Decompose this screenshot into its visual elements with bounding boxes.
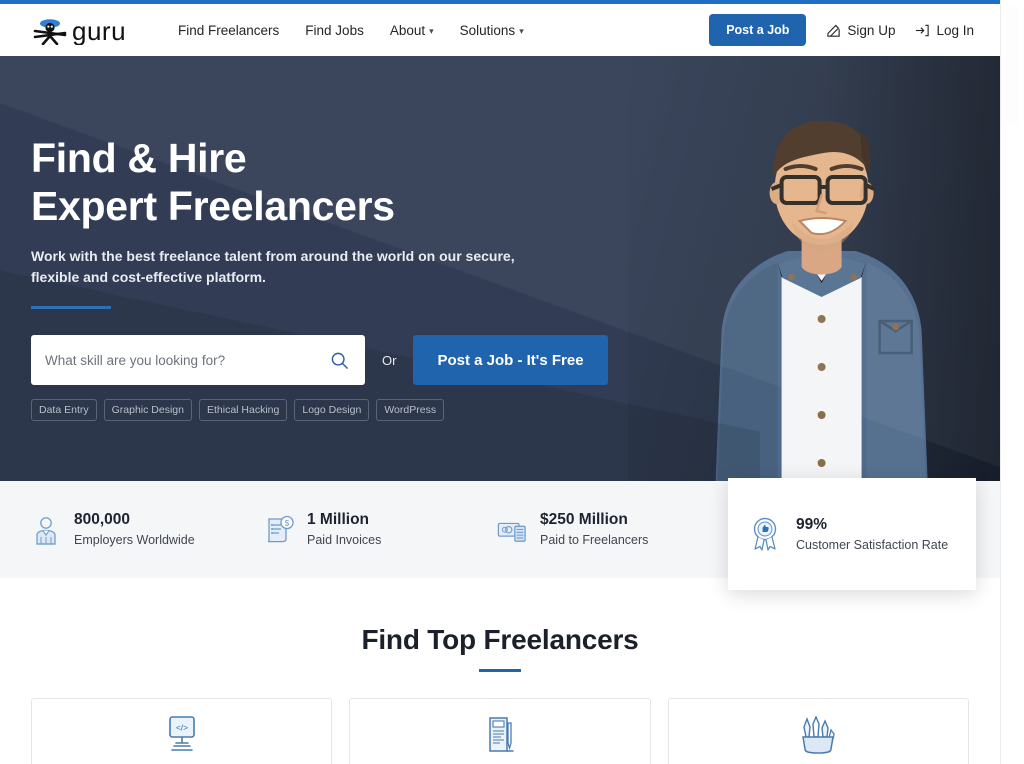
chevron-down-icon: ▾ (429, 25, 434, 36)
post-a-job-button[interactable]: Post a Job (709, 14, 807, 46)
post-a-job-free-button[interactable]: Post a Job - It's Free (413, 335, 608, 385)
stat-text: 1 Million Paid Invoices (307, 510, 381, 549)
nav-item-find-jobs[interactable]: Find Jobs (305, 23, 364, 38)
svg-text:</>: </> (176, 723, 188, 733)
popular-skill-tags: Data Entry Graphic Design Ethical Hackin… (31, 399, 640, 421)
hero-search-row: Or Post a Job - It's Free (31, 335, 640, 385)
guru-logo[interactable]: guru (26, 15, 144, 45)
monitor-code-icon: </> (160, 715, 204, 763)
search-box[interactable] (31, 335, 365, 385)
search-icon (331, 352, 348, 369)
stat-paid-to-freelancers: $250 Million Paid to Freelancers (497, 510, 730, 549)
stat-text: 800,000 Employers Worldwide (74, 510, 195, 549)
programming-development-card[interactable]: </> (31, 698, 333, 764)
cash-money-icon (497, 514, 527, 546)
nav-item-about[interactable]: About ▾ (390, 23, 434, 38)
skill-tag-graphic-design[interactable]: Graphic Design (103, 399, 192, 421)
hero-accent-rule (31, 306, 111, 309)
log-in-link[interactable]: Log In (915, 23, 974, 38)
hero-content: Find & Hire Expert Freelancers Work with… (0, 56, 640, 421)
stat-label: Employers Worldwide (74, 533, 195, 547)
edit-pencil-icon (827, 24, 841, 37)
search-submit-button[interactable] (328, 351, 351, 370)
svg-text:$: $ (285, 519, 290, 528)
stat-text: $250 Million Paid to Freelancers (540, 510, 648, 549)
stat-label: Paid Invoices (307, 533, 382, 547)
page-content: guru Find Freelancers Find Jobs About ▾ … (0, 4, 1000, 764)
customer-satisfaction-card: 99% Customer Satisfaction Rate (728, 478, 976, 590)
sign-up-link[interactable]: Sign Up (826, 23, 895, 38)
hero-title: Find & Hire Expert Freelancers (31, 134, 640, 230)
award-ribbon-thumbsup-icon (750, 517, 780, 551)
search-input[interactable] (45, 352, 328, 368)
employer-person-icon (31, 514, 61, 546)
nav-item-solutions[interactable]: Solutions ▾ (460, 23, 524, 38)
find-top-freelancers-section: Find Top Freelancers </> (0, 578, 1000, 764)
category-cards-row: </> (0, 672, 1000, 764)
stat-value: 1 Million (307, 511, 369, 528)
stat-employers-worldwide: 800,000 Employers Worldwide (31, 510, 264, 549)
page-scrollbar[interactable] (1000, 0, 1024, 764)
chevron-down-icon: ▾ (519, 25, 524, 36)
art-brushes-icon (796, 715, 840, 763)
svg-text:guru: guru (72, 16, 126, 45)
skill-tag-ethical-hacking[interactable]: Ethical Hacking (198, 399, 288, 421)
sign-in-arrow-icon (916, 24, 930, 36)
hero-title-line-2: Expert Freelancers (31, 183, 395, 229)
or-separator-label: Or (382, 352, 397, 368)
design-art-card[interactable] (349, 698, 651, 764)
skill-tag-wordpress[interactable]: WordPress (376, 399, 445, 421)
stat-value: $250 Million (540, 511, 628, 528)
skill-tag-data-entry[interactable]: Data Entry (31, 399, 97, 421)
hero-subtitle: Work with the best freelance talent from… (31, 246, 531, 288)
nav-item-label: Solutions (459, 22, 516, 38)
nav-item-label: Find Freelancers (178, 22, 280, 38)
invoice-dollar-icon: $ (264, 514, 294, 546)
nav-item-find-freelancers[interactable]: Find Freelancers (178, 23, 279, 38)
hero-section: Find & Hire Expert Freelancers Work with… (0, 56, 1000, 481)
stat-paid-invoices: $ 1 Million Paid Invoices (264, 510, 497, 549)
stat-text: 99% Customer Satisfaction Rate (796, 515, 948, 554)
stat-value: 800,000 (74, 511, 131, 528)
log-in-label: Log In (936, 22, 974, 38)
guru-logo-mark: guru (33, 16, 126, 45)
header-actions: Post a Job Sign Up Log In (709, 14, 974, 46)
writing-translation-card[interactable] (667, 698, 969, 764)
scrollbar-thumb[interactable] (1006, 6, 1019, 126)
hero-subtitle-line-1: Work with the best freelance talent from… (31, 248, 515, 264)
browser-viewport: guru Find Freelancers Find Jobs About ▾ … (0, 0, 1024, 764)
nav-item-label: About (389, 22, 426, 38)
document-design-icon (478, 715, 522, 763)
stat-label: Customer Satisfaction Rate (796, 537, 949, 552)
stat-label: Paid to Freelancers (540, 533, 649, 547)
hero-title-line-1: Find & Hire (31, 135, 247, 181)
section-title: Find Top Freelancers (361, 624, 639, 655)
main-navigation: Find Freelancers Find Jobs About ▾ Solut… (178, 23, 524, 38)
site-header: guru Find Freelancers Find Jobs About ▾ … (0, 4, 1000, 56)
hero-subtitle-line-2: flexible and cost-effective platform. (31, 269, 266, 285)
stat-value: 99% (796, 515, 828, 533)
sign-up-label: Sign Up (847, 22, 896, 38)
nav-item-label: Find Jobs (305, 22, 364, 38)
skill-tag-logo-design[interactable]: Logo Design (294, 399, 370, 421)
